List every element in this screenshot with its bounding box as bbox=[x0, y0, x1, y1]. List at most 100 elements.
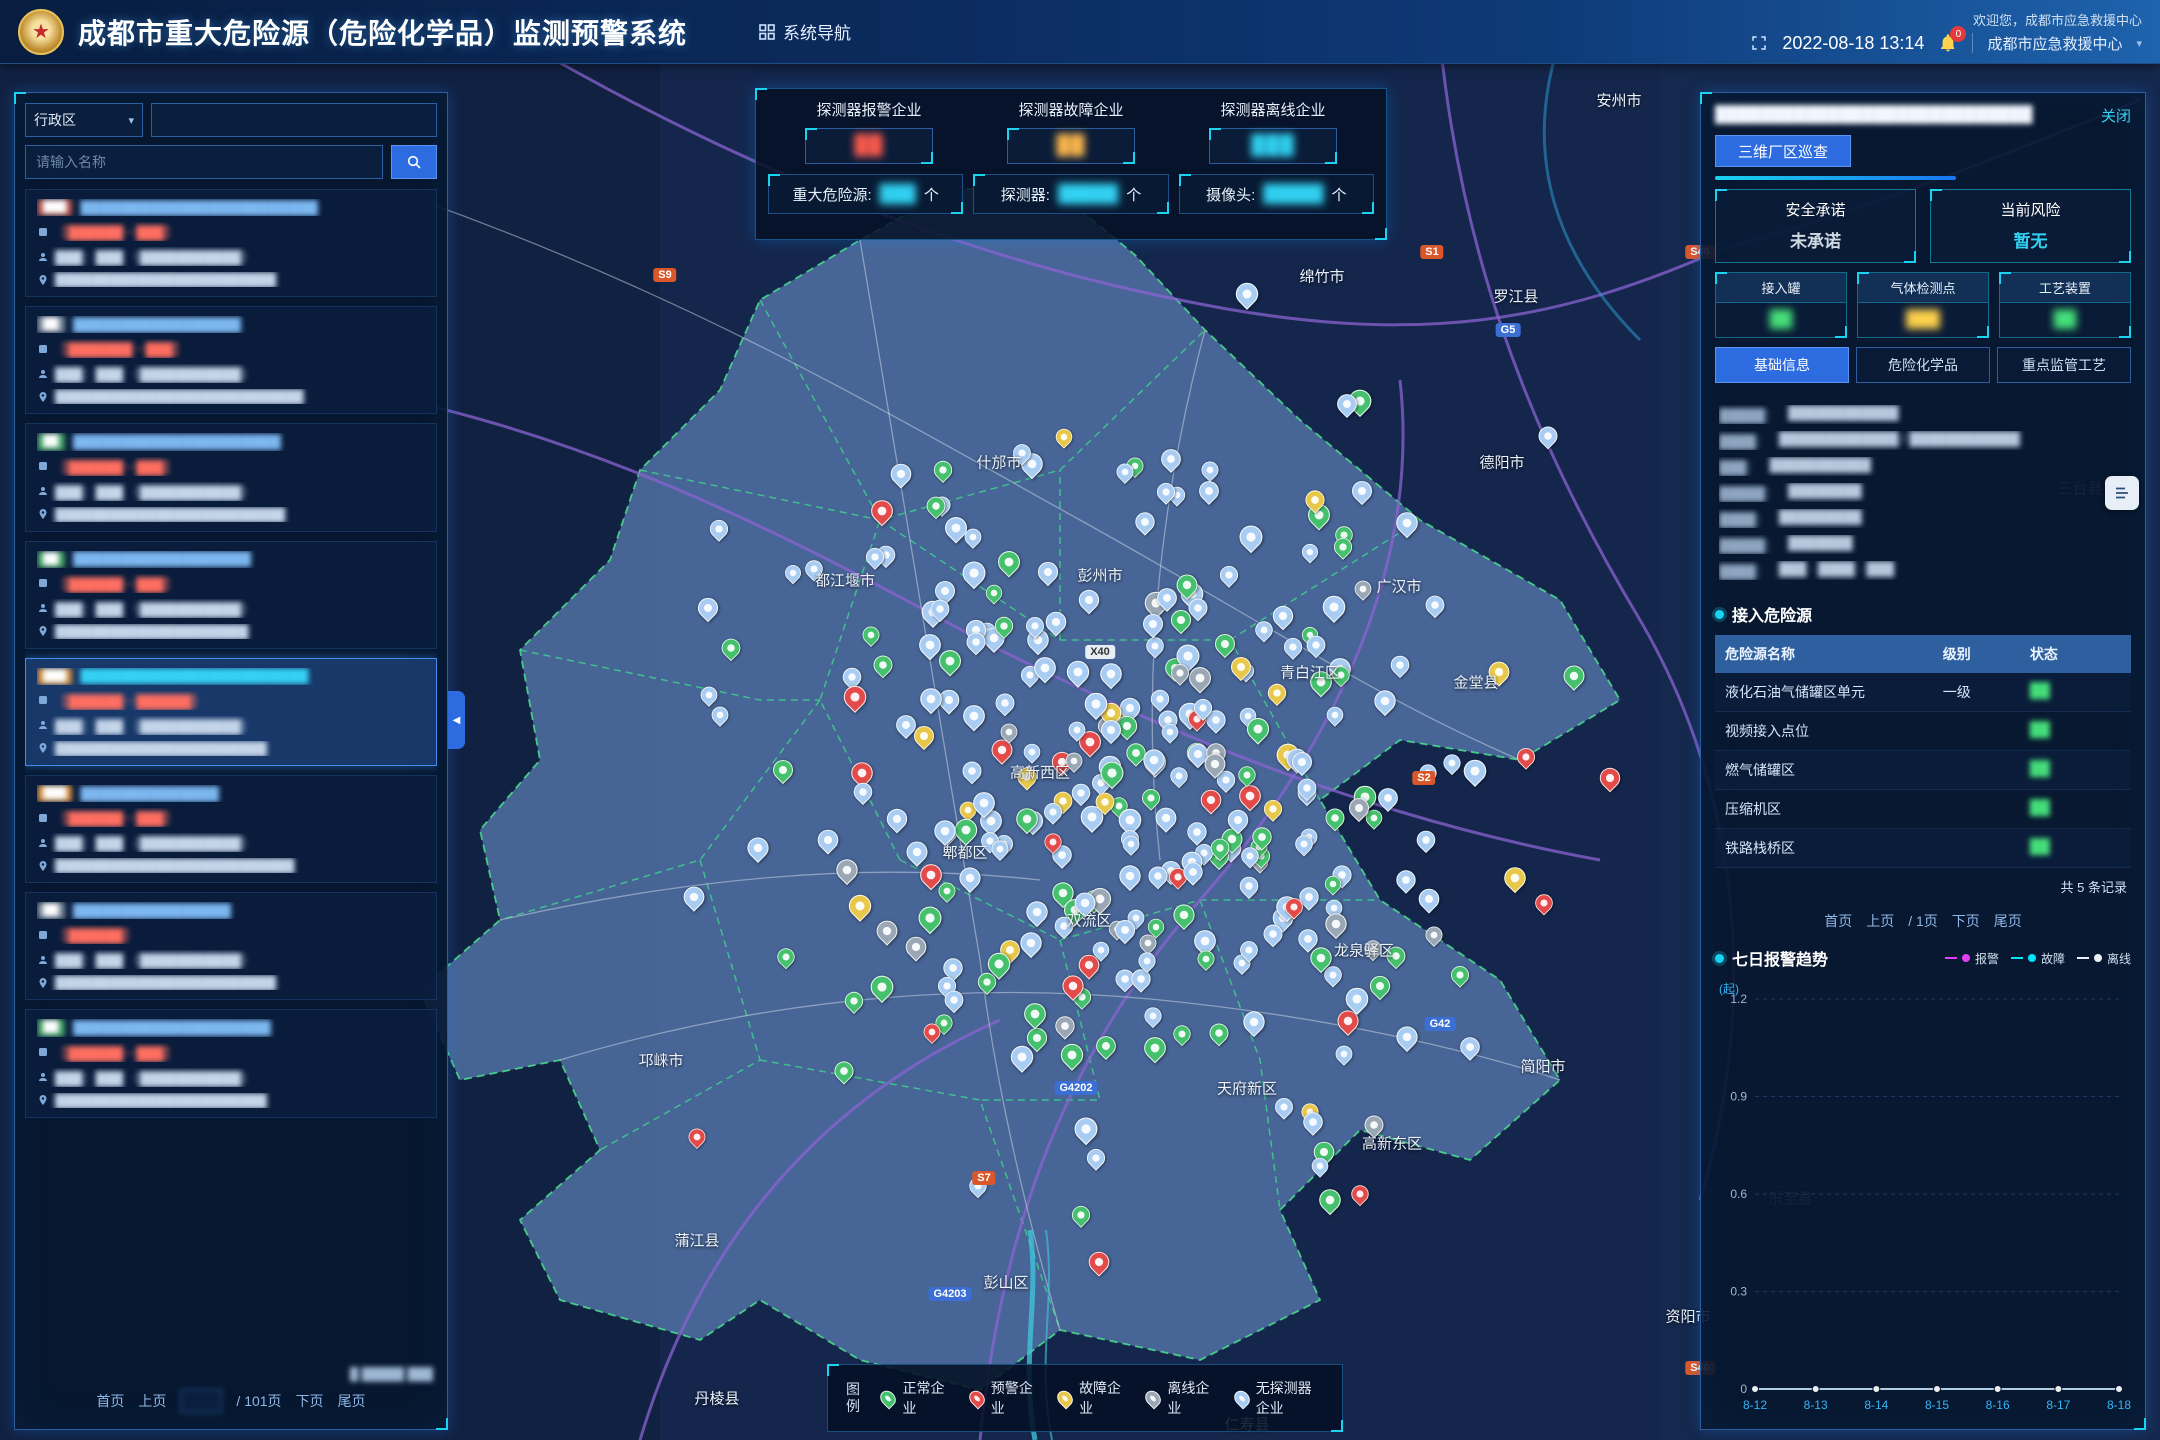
info-value: ███████████ bbox=[1770, 457, 1871, 476]
system-nav-button[interactable]: 系统导航 bbox=[759, 19, 851, 44]
company-list-item[interactable]: ██████████████████████【██████－███】███：██… bbox=[25, 1009, 437, 1117]
info-label: ████： bbox=[1719, 509, 1769, 528]
stat-value: ██ bbox=[1057, 135, 1086, 157]
detail-stat-boxes: 接入罐██气体检测点███工艺装置██ bbox=[1715, 272, 2131, 338]
table-row[interactable]: 视频接入点位 ██ bbox=[1715, 712, 2131, 751]
info-row: ███：███████████ bbox=[1719, 457, 2127, 476]
table-row[interactable]: 液化石油气储罐区单元一级██ bbox=[1715, 673, 2131, 712]
info-value: ████████ bbox=[1788, 483, 1862, 502]
notifications-button[interactable]: 0 bbox=[1938, 33, 1958, 53]
contact-line: ███：███ （███████████） bbox=[55, 950, 254, 969]
company-list-item[interactable]: █████████████████【██████－███】███：███ （██… bbox=[25, 775, 437, 883]
risk-type: 【██████－███】 bbox=[55, 1043, 177, 1062]
hazard-section-title: 接入危险源 bbox=[1732, 602, 1812, 626]
collapse-panel-handle[interactable]: ◀ bbox=[448, 691, 465, 749]
page-first[interactable]: 首页 bbox=[1824, 911, 1852, 931]
stat-value: ███ bbox=[1251, 135, 1294, 157]
hazard-level bbox=[1943, 760, 2030, 780]
company-list-item[interactable]: ███████████████████████【██████－███】███：█… bbox=[25, 423, 437, 531]
company-list-item[interactable]: ███████████████████【███████－███】███：███ … bbox=[25, 306, 437, 414]
trend-legend-item[interactable]: 报警 bbox=[1945, 950, 1999, 967]
legend-item: 预警企业 bbox=[970, 1378, 1036, 1418]
city-label: 郫都区 bbox=[942, 842, 987, 863]
hazard-status: ██ bbox=[2030, 760, 2121, 780]
tab-基础信息[interactable]: 基础信息 bbox=[1715, 347, 1849, 383]
company-detail-title: ████████████████████████████ bbox=[1715, 105, 2091, 126]
city-label: 蒲江县 bbox=[674, 1230, 719, 1251]
tab-重点监管工艺[interactable]: 重点监管工艺 bbox=[1997, 347, 2131, 383]
contact-line: ███：███ （███████████） bbox=[55, 247, 254, 266]
hazard-level: 一级 bbox=[1943, 682, 2030, 702]
hazard-name: 视频接入点位 bbox=[1725, 721, 1943, 741]
status-badge: ██ bbox=[37, 316, 65, 333]
hazard-status: ██ bbox=[2030, 721, 2121, 741]
status-badge: ███ bbox=[37, 785, 72, 802]
close-button[interactable]: 关闭 bbox=[2101, 105, 2131, 126]
counter-label: 探测器: bbox=[1001, 184, 1050, 205]
fullscreen-icon[interactable] bbox=[1750, 34, 1768, 52]
app-logo: ★ bbox=[18, 9, 64, 55]
risk-type: 【██████－██████】 bbox=[55, 691, 205, 710]
city-label: 广汉市 bbox=[1376, 576, 1421, 597]
table-row[interactable]: 铁路栈桥区██ bbox=[1715, 829, 2131, 868]
table-row[interactable]: 压缩机区██ bbox=[1715, 790, 2131, 829]
road-badge: S2 bbox=[1412, 771, 1435, 785]
info-label: █████： bbox=[1719, 405, 1778, 424]
page-prev[interactable]: 上页 bbox=[138, 1391, 166, 1411]
app-title: 成都市重大危险源（危险化学品）监测预警系统 bbox=[78, 12, 687, 52]
info-row: █████：████████ bbox=[1719, 483, 2127, 502]
trend-legend-item[interactable]: 离线 bbox=[2077, 950, 2131, 967]
3d-tour-button[interactable]: 三维厂区巡查 bbox=[1715, 135, 1851, 167]
trend-legend: 报警故障离线 bbox=[1945, 950, 2131, 967]
company-list-item[interactable]: ██████████████████【██████】███：███ （█████… bbox=[25, 892, 437, 1000]
legend-label: 无探测器企业 bbox=[1256, 1378, 1324, 1418]
dot-icon bbox=[1715, 954, 1724, 963]
search-button[interactable] bbox=[391, 145, 437, 179]
legend-dot-icon bbox=[2094, 954, 2102, 962]
svg-text:8-12: 8-12 bbox=[1743, 1398, 1767, 1412]
legend-pin-icon bbox=[1054, 1387, 1076, 1409]
road-badge: G5 bbox=[1496, 323, 1521, 337]
company-list-item[interactable]: ████████████████████【██████－███】███：███ … bbox=[25, 541, 437, 649]
company-list-item[interactable]: ██████████████████████████【██████－██████… bbox=[25, 658, 437, 766]
hazard-level bbox=[1943, 838, 2030, 858]
hazard-name: 液化石油气储罐区单元 bbox=[1725, 682, 1943, 702]
person-icon bbox=[37, 954, 49, 966]
search-input[interactable] bbox=[25, 145, 383, 179]
company-list-item[interactable]: ███████████████████████████【██████－███】█… bbox=[25, 189, 437, 297]
contact-line: ███：███ （███████████） bbox=[55, 833, 254, 852]
trend-legend-item[interactable]: 故障 bbox=[2011, 950, 2065, 967]
tag-icon bbox=[37, 929, 49, 941]
table-row[interactable]: 燃气储罐区██ bbox=[1715, 751, 2131, 790]
stat-label: 探测器故障企业 bbox=[970, 99, 1172, 120]
tools-button[interactable] bbox=[2105, 476, 2139, 510]
trend-chart: 00.30.60.91.28-128-138-148-158-168-178-1… bbox=[1715, 979, 2131, 1417]
org-dropdown[interactable]: 成都市应急救援中心 bbox=[1987, 33, 2122, 54]
legend-item: 故障企业 bbox=[1058, 1378, 1124, 1418]
legend-item: 无探测器企业 bbox=[1235, 1378, 1324, 1418]
page-next[interactable]: 下页 bbox=[296, 1391, 324, 1411]
page-first[interactable]: 首页 bbox=[96, 1391, 124, 1411]
tag-icon bbox=[37, 812, 49, 824]
page-next[interactable]: 下页 bbox=[1952, 911, 1980, 931]
city-label: 安州市 bbox=[1596, 90, 1641, 111]
district-value-input[interactable] bbox=[151, 103, 437, 137]
location-pin-icon bbox=[37, 1094, 49, 1106]
page-prev[interactable]: 上页 bbox=[1866, 911, 1894, 931]
trend-section-title: 七日报警趋势 bbox=[1732, 946, 1828, 970]
district-select[interactable]: 行政区 ▾ bbox=[25, 103, 143, 137]
page-input[interactable] bbox=[180, 1389, 222, 1413]
datetime: 2022-08-18 13:14 bbox=[1782, 33, 1924, 54]
road-badge: S9 bbox=[653, 268, 676, 282]
risk-type: 【██████－███】 bbox=[55, 574, 177, 593]
tab-危险化学品[interactable]: 危险化学品 bbox=[1856, 347, 1990, 383]
district-select-label: 行政区 bbox=[34, 110, 76, 130]
info-label: █████： bbox=[1719, 535, 1778, 554]
page-last[interactable]: 尾页 bbox=[1994, 911, 2022, 931]
contact-line: ███：███ （███████████） bbox=[55, 716, 254, 735]
page-last[interactable]: 尾页 bbox=[338, 1391, 366, 1411]
svg-text:8-15: 8-15 bbox=[1925, 1398, 1949, 1412]
legend-item: 正常企业 bbox=[881, 1378, 947, 1418]
stat-column: 探测器离线企业███ bbox=[1172, 99, 1374, 164]
legend-pin-icon bbox=[1142, 1387, 1164, 1409]
